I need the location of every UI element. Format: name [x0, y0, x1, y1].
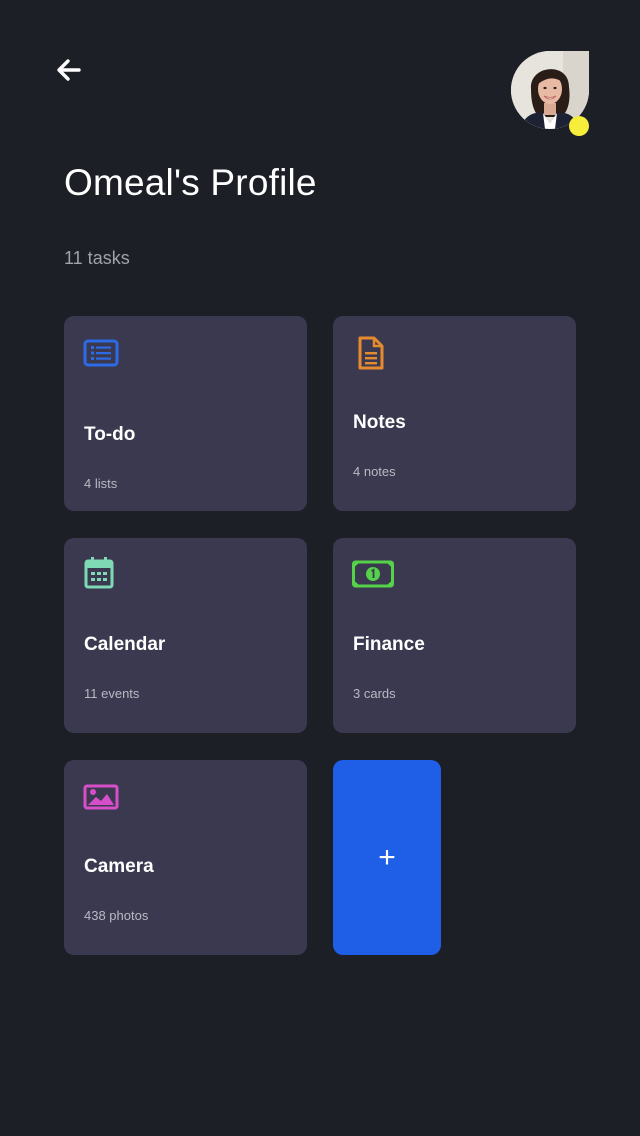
- arrow-left-icon: [57, 59, 81, 81]
- card-subtitle: 4 lists: [84, 476, 118, 491]
- card-notes[interactable]: Notes 4 notes: [333, 316, 576, 511]
- card-subtitle: 11 events: [84, 686, 140, 701]
- image-icon: [83, 784, 119, 810]
- card-todo[interactable]: To-do 4 lists: [64, 316, 307, 511]
- card-subtitle: 3 cards: [353, 686, 396, 701]
- task-count: 11 tasks: [64, 248, 130, 268]
- money-icon: [352, 560, 394, 588]
- document-icon: [358, 336, 384, 370]
- card-title: Notes: [353, 412, 406, 433]
- card-subtitle: 438 photos: [84, 908, 149, 923]
- avatar[interactable]: [511, 51, 589, 136]
- card-finance[interactable]: Finance 3 cards: [333, 538, 576, 733]
- card-subtitle: 4 notes: [353, 464, 396, 479]
- back-button[interactable]: [52, 54, 86, 86]
- card-camera[interactable]: Camera 438 photos: [64, 760, 307, 955]
- card-calendar[interactable]: Calendar 11 events: [64, 538, 307, 733]
- card-title: Finance: [353, 634, 425, 655]
- add-card-button[interactable]: +: [333, 760, 441, 955]
- list-icon: [83, 339, 119, 367]
- card-title: Camera: [84, 856, 154, 877]
- online-status-dot: [569, 116, 589, 136]
- plus-icon: +: [378, 840, 396, 874]
- calendar-icon: [84, 557, 114, 589]
- page-title: Omeal's Profile: [64, 162, 317, 203]
- card-title: Calendar: [84, 634, 166, 655]
- card-title: To-do: [84, 424, 136, 445]
